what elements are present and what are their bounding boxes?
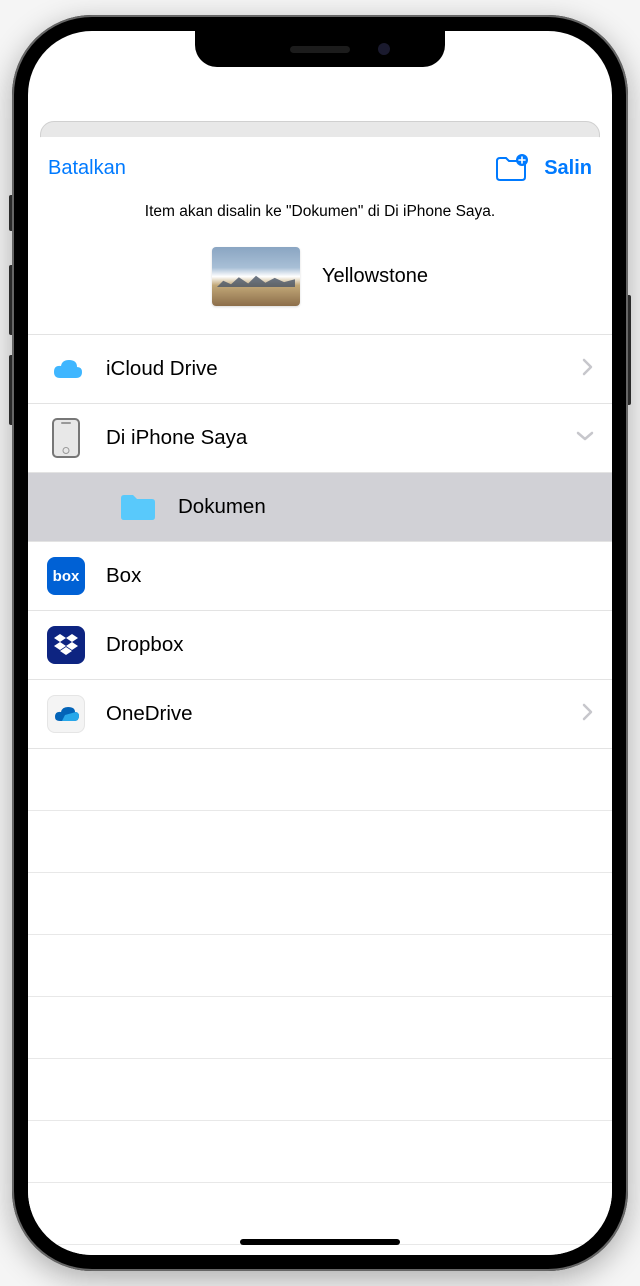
icloud-icon bbox=[46, 349, 86, 389]
chevron-right-icon bbox=[582, 703, 594, 726]
location-row-icloud[interactable]: iCloud Drive bbox=[28, 335, 612, 404]
volume-up-button bbox=[9, 265, 12, 335]
box-app-icon: box bbox=[46, 556, 86, 596]
location-label: iCloud Drive bbox=[106, 357, 582, 381]
location-label: Dropbox bbox=[106, 633, 594, 657]
file-preview: Yellowstone bbox=[28, 239, 612, 334]
file-name: Yellowstone bbox=[322, 265, 428, 288]
mute-switch bbox=[9, 195, 12, 231]
wifi-icon bbox=[525, 49, 543, 69]
cancel-label: Batalkan bbox=[48, 157, 126, 180]
location-label: Dokumen bbox=[178, 495, 594, 519]
location-row-onedrive[interactable]: OneDrive bbox=[28, 680, 612, 749]
folder-icon bbox=[118, 487, 158, 527]
phone-frame: 09.41 Batalkan bbox=[12, 15, 628, 1271]
onedrive-app-icon bbox=[46, 694, 86, 734]
location-row-dropbox[interactable]: Dropbox bbox=[28, 611, 612, 680]
screen: 09.41 Batalkan bbox=[28, 31, 612, 1255]
status-time: 09.41 bbox=[63, 49, 106, 69]
new-folder-button[interactable] bbox=[494, 154, 528, 182]
location-row-box[interactable]: box Box bbox=[28, 542, 612, 611]
dropbox-app-icon bbox=[46, 625, 86, 665]
nav-bar: Batalkan Salin bbox=[28, 137, 612, 199]
location-label: Di iPhone Saya bbox=[106, 426, 576, 450]
save-sheet: Batalkan Salin Item akan disalin ke "Dok… bbox=[28, 137, 612, 1255]
location-list: iCloud Drive Di iPhone Saya bbox=[28, 334, 612, 749]
cancel-button[interactable]: Batalkan bbox=[48, 157, 126, 180]
location-row-on-iphone[interactable]: Di iPhone Saya bbox=[28, 404, 612, 473]
battery-icon bbox=[549, 49, 577, 69]
cellular-icon bbox=[499, 49, 519, 69]
location-row-dokumen[interactable]: Dokumen bbox=[28, 473, 612, 542]
file-thumbnail bbox=[212, 247, 300, 306]
new-folder-icon bbox=[494, 154, 528, 182]
front-camera bbox=[378, 43, 390, 55]
volume-down-button bbox=[9, 355, 12, 425]
location-label: Box bbox=[106, 564, 594, 588]
chevron-right-icon bbox=[582, 358, 594, 381]
location-label: OneDrive bbox=[106, 702, 582, 726]
chevron-down-icon bbox=[576, 429, 594, 447]
destination-info: Item akan disalin ke "Dokumen" di Di iPh… bbox=[28, 199, 612, 239]
iphone-icon bbox=[46, 418, 86, 458]
status-right bbox=[499, 49, 577, 69]
power-button bbox=[628, 295, 631, 405]
home-indicator[interactable] bbox=[240, 1239, 400, 1245]
copy-button[interactable]: Salin bbox=[544, 157, 592, 180]
speaker-grille bbox=[290, 46, 350, 53]
empty-list-area bbox=[28, 749, 612, 1245]
notch bbox=[195, 31, 445, 67]
